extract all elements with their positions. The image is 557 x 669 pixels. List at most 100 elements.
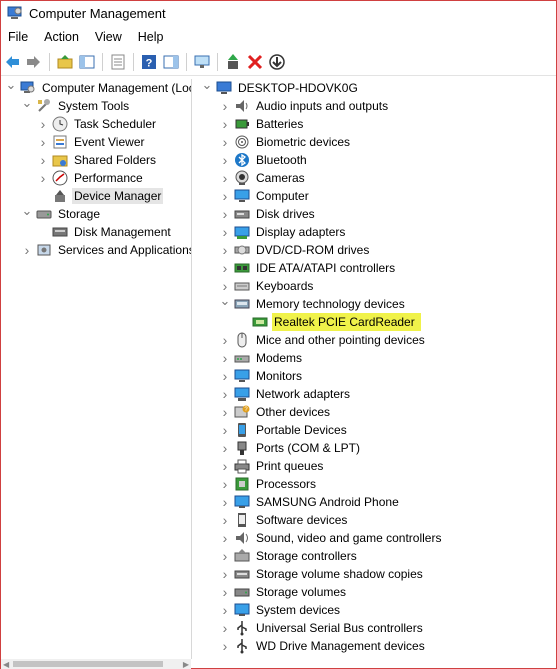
- device-tree-item-storage-controllers[interactable]: › Storage controllers: [197, 547, 556, 565]
- scrollbar-thumb[interactable]: [13, 661, 163, 667]
- chevron-right-icon[interactable]: ›: [219, 224, 231, 240]
- device-tree-item-desktop-hdovk0g[interactable]: ⌄ DESKTOP-HDOVK0G: [197, 79, 556, 97]
- device-tree-item-keyboards[interactable]: › Keyboards: [197, 277, 556, 295]
- uninstall-icon[interactable]: [246, 53, 264, 71]
- chevron-right-icon[interactable]: ›: [219, 368, 231, 384]
- chevron-right-icon[interactable]: ›: [219, 116, 231, 132]
- menu-view[interactable]: View: [87, 30, 130, 44]
- shared-folder-icon: [52, 152, 68, 168]
- device-tree-item-audio-inputs-and-outputs[interactable]: › Audio inputs and outputs: [197, 97, 556, 115]
- device-tree-item-wd-drive-management-devices[interactable]: › WD Drive Management devices: [197, 637, 556, 655]
- horizontal-scrollbar[interactable]: ◀ ▶: [1, 659, 191, 669]
- help-icon[interactable]: ?: [140, 53, 158, 71]
- chevron-right-icon[interactable]: ›: [219, 386, 231, 402]
- chevron-down-icon[interactable]: ⌄: [201, 79, 213, 92]
- device-tree-item-software-devices[interactable]: › Software devices: [197, 511, 556, 529]
- console-tree-item-disk-management[interactable]: Disk Management: [1, 223, 191, 241]
- device-tree-item-computer[interactable]: › Computer: [197, 187, 556, 205]
- device-tree-item-processors[interactable]: › Processors: [197, 475, 556, 493]
- chevron-right-icon[interactable]: ›: [219, 566, 231, 582]
- device-tree-item-modems[interactable]: › Modems: [197, 349, 556, 367]
- scroll-right-icon[interactable]: ▶: [183, 660, 189, 669]
- device-tree-item-memory-technology-devices[interactable]: ⌄ Memory technology devices: [197, 293, 556, 313]
- device-tree-item-mice-and-other-pointing-devices[interactable]: › Mice and other pointing devices: [197, 331, 556, 349]
- device-tree-item-monitors[interactable]: › Monitors: [197, 367, 556, 385]
- update-driver-icon[interactable]: [224, 53, 242, 71]
- up-folder-icon[interactable]: [56, 53, 74, 71]
- device-tree-item-portable-devices[interactable]: › Portable Devices: [197, 421, 556, 439]
- chevron-right-icon[interactable]: ›: [219, 530, 231, 546]
- chevron-right-icon[interactable]: ›: [219, 278, 231, 294]
- chevron-down-icon[interactable]: ⌄: [21, 203, 33, 218]
- device-tree-item-system-devices[interactable]: › System devices: [197, 601, 556, 619]
- device-tree-item-sound-video-and-game-controllers[interactable]: › Sound, video and game controllers: [197, 529, 556, 547]
- chevron-right-icon[interactable]: ›: [219, 458, 231, 474]
- chevron-right-icon[interactable]: ›: [219, 494, 231, 510]
- chevron-right-icon[interactable]: ›: [219, 350, 231, 366]
- forward-icon[interactable]: [25, 53, 43, 71]
- show-hide-tree-icon[interactable]: [78, 53, 96, 71]
- device-tree-item-storage-volume-shadow-copies[interactable]: › Storage volume shadow copies: [197, 565, 556, 583]
- chevron-right-icon[interactable]: ›: [37, 116, 49, 132]
- device-tree-item-batteries[interactable]: › Batteries: [197, 115, 556, 133]
- chevron-down-icon[interactable]: ⌄: [5, 79, 17, 92]
- device-tree-item-biometric-devices[interactable]: › Biometric devices: [197, 133, 556, 151]
- show-action-pane-icon[interactable]: [162, 53, 180, 71]
- chevron-right-icon[interactable]: ›: [219, 152, 231, 168]
- menu-help[interactable]: Help: [130, 30, 172, 44]
- device-tree-item-bluetooth[interactable]: › Bluetooth: [197, 151, 556, 169]
- chevron-right-icon[interactable]: ›: [219, 512, 231, 528]
- scroll-left-icon[interactable]: ◀: [3, 660, 9, 669]
- device-tree-item-ports-com-lpt[interactable]: › Ports (COM & LPT): [197, 439, 556, 457]
- device-tree-item-other-devices[interactable]: ›? Other devices: [197, 403, 556, 421]
- console-tree-item-performance[interactable]: › Performance: [1, 169, 191, 187]
- chevron-right-icon[interactable]: ›: [219, 332, 231, 348]
- chevron-right-icon[interactable]: ›: [219, 602, 231, 618]
- device-tree-item-disk-drives[interactable]: › Disk drives: [197, 205, 556, 223]
- properties-icon[interactable]: [109, 53, 127, 71]
- chevron-right-icon[interactable]: ›: [21, 242, 33, 258]
- chevron-right-icon[interactable]: ›: [219, 98, 231, 114]
- chevron-right-icon[interactable]: ›: [219, 620, 231, 636]
- device-tree-item-cameras[interactable]: › Cameras: [197, 169, 556, 187]
- chevron-down-icon[interactable]: ⌄: [219, 293, 231, 308]
- menu-file[interactable]: File: [1, 30, 36, 44]
- download-icon[interactable]: [268, 53, 286, 71]
- chevron-right-icon[interactable]: ›: [219, 242, 231, 258]
- chevron-right-icon[interactable]: ›: [37, 170, 49, 186]
- chevron-right-icon[interactable]: ›: [219, 260, 231, 276]
- console-tree-item-system-tools[interactable]: ⌄ System Tools: [1, 95, 191, 115]
- chevron-right-icon[interactable]: ›: [219, 170, 231, 186]
- console-tree-item-storage[interactable]: ⌄ Storage: [1, 203, 191, 223]
- chevron-right-icon[interactable]: ›: [37, 134, 49, 150]
- console-tree-item-services-and-applications[interactable]: › Services and Applications: [1, 241, 191, 259]
- device-tree-item-network-adapters[interactable]: › Network adapters: [197, 385, 556, 403]
- chevron-right-icon[interactable]: ›: [219, 206, 231, 222]
- device-tree-item-realtek-pcie-cardreader[interactable]: Realtek PCIE CardReader: [197, 313, 556, 331]
- chevron-right-icon[interactable]: ›: [219, 404, 231, 420]
- menu-action[interactable]: Action: [36, 30, 87, 44]
- chevron-right-icon[interactable]: ›: [219, 440, 231, 456]
- chevron-down-icon[interactable]: ⌄: [21, 95, 33, 110]
- chevron-right-icon[interactable]: ›: [219, 188, 231, 204]
- chevron-right-icon[interactable]: ›: [219, 134, 231, 150]
- chevron-right-icon[interactable]: ›: [219, 476, 231, 492]
- device-tree-item-dvd-cd-rom-drives[interactable]: › DVD/CD-ROM drives: [197, 241, 556, 259]
- console-tree-item-task-scheduler[interactable]: › Task Scheduler: [1, 115, 191, 133]
- chevron-right-icon[interactable]: ›: [219, 422, 231, 438]
- device-tree-item-display-adapters[interactable]: › Display adapters: [197, 223, 556, 241]
- monitor-icon[interactable]: [193, 53, 211, 71]
- device-tree-item-universal-serial-bus-controllers[interactable]: › Universal Serial Bus controllers: [197, 619, 556, 637]
- back-icon[interactable]: [3, 53, 21, 71]
- chevron-right-icon[interactable]: ›: [219, 584, 231, 600]
- device-tree-item-print-queues[interactable]: › Print queues: [197, 457, 556, 475]
- chevron-right-icon[interactable]: ›: [219, 548, 231, 564]
- chevron-right-icon[interactable]: ›: [219, 638, 231, 654]
- device-tree-item-samsung-android-phone[interactable]: › SAMSUNG Android Phone: [197, 493, 556, 511]
- device-tree-item-ide-ata-atapi-controllers[interactable]: › IDE ATA/ATAPI controllers: [197, 259, 556, 277]
- console-tree-item-event-viewer[interactable]: › Event Viewer: [1, 133, 191, 151]
- device-tree-item-storage-volumes[interactable]: › Storage volumes: [197, 583, 556, 601]
- chevron-right-icon[interactable]: ›: [37, 152, 49, 168]
- console-tree-item-shared-folders[interactable]: › Shared Folders: [1, 151, 191, 169]
